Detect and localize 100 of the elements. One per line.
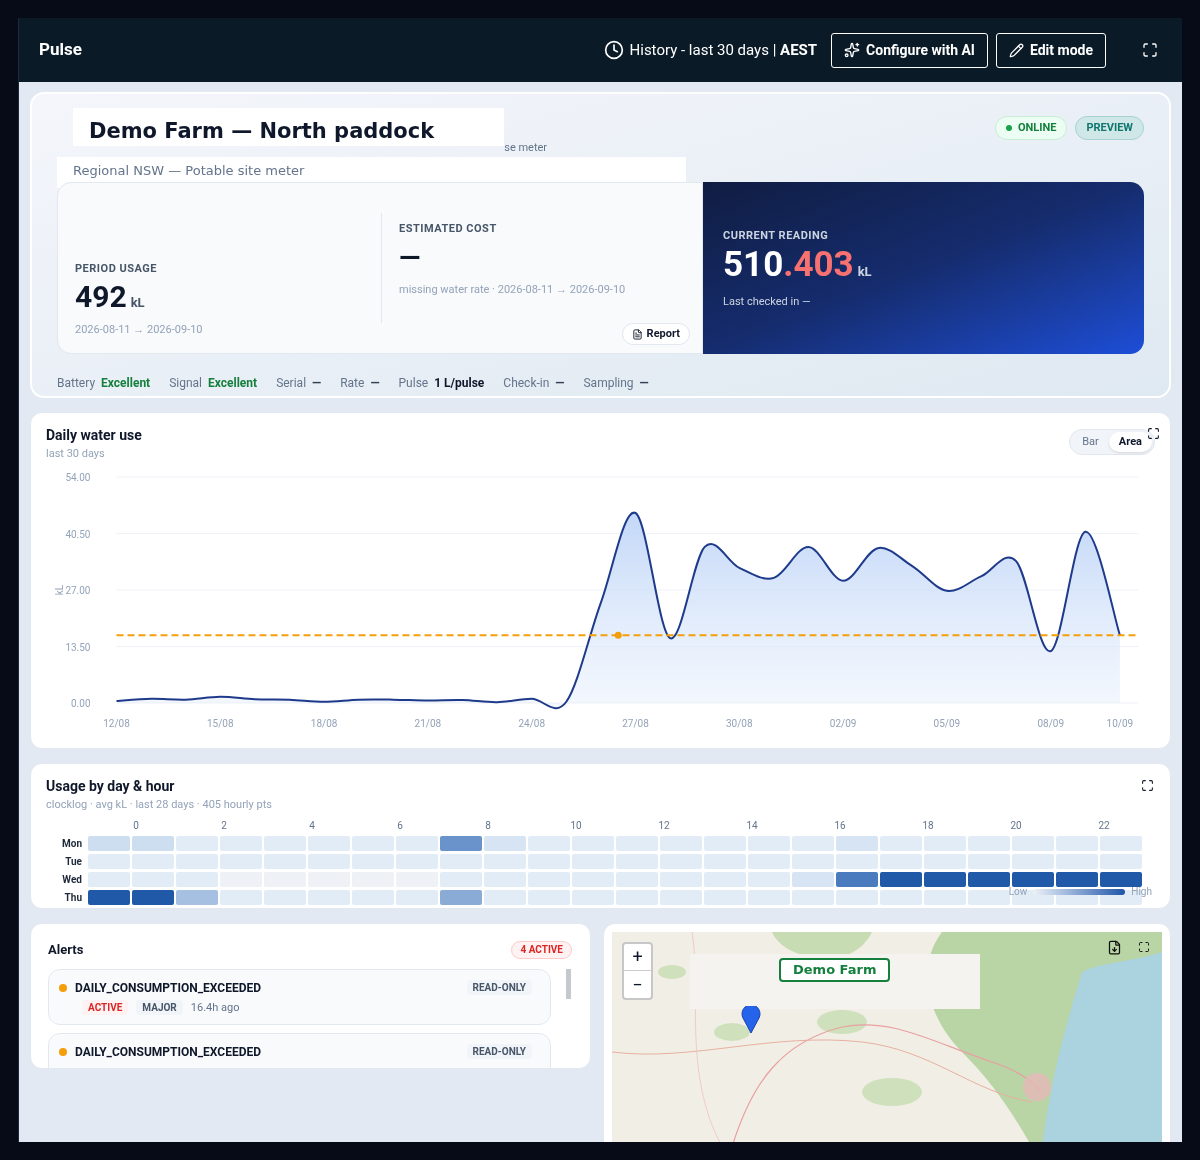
fullscreen-icon[interactable] (1141, 779, 1154, 792)
fact-label: Serial (276, 375, 307, 392)
fact-value: 1 L/pulse (434, 375, 485, 392)
x-tick-label: 30/08 (726, 717, 753, 729)
y-tick-label: 54.00 (65, 471, 91, 483)
heatmap-title: Usage by day & hour (46, 777, 175, 796)
hour-label: 4 (308, 818, 316, 833)
app-title: Pulse (39, 38, 82, 62)
x-tick-label: 27/08 (622, 717, 649, 729)
chart-subtitle: last 30 days (46, 446, 106, 462)
legend-label: High (1131, 885, 1152, 899)
chart-title: Daily water use (46, 426, 142, 445)
fact-label: Signal (169, 375, 203, 392)
map-popup-label: Demo Farm (779, 958, 891, 982)
sparkle-icon (844, 42, 861, 58)
day-label: Wed (61, 872, 83, 887)
reading-value: 510.403 (723, 246, 854, 282)
x-tick-label: 10/09 (1106, 717, 1134, 729)
day-label: Thu (63, 890, 83, 905)
cost-value: — (399, 243, 422, 272)
mode-tab[interactable]: Area (1108, 432, 1152, 452)
alert-item[interactable]: DAILY_CONSUMPTION_EXCEEDED READ-ONLY (48, 1032, 551, 1068)
alert-item[interactable]: DAILY_CONSUMPTION_EXCEEDED READ-ONLY ACTIVE MAJOR 16.4h ago (48, 968, 551, 1025)
y-tick-label: 13.50 (65, 641, 91, 652)
usage-unit: kL (130, 293, 145, 312)
day-label: Mon (61, 836, 83, 851)
cost-note: missing water rate · 2026-08-11 → 2026-09-10 (399, 281, 626, 298)
x-tick-label: 05/09 (933, 717, 961, 729)
document-icon (631, 328, 643, 340)
fact-label: Sampling (583, 375, 634, 392)
history-range: History - last 30 days | AEST (629, 39, 818, 61)
map-pin-icon (741, 1006, 761, 1034)
fullscreen-icon[interactable] (1147, 427, 1160, 440)
reading-label: CURRENT READING (723, 228, 830, 244)
hour-label: 18 (921, 818, 935, 833)
hour-label: 6 (396, 818, 404, 833)
y-tick-label: 27.00 (65, 584, 91, 596)
hour-label: 14 (745, 818, 759, 833)
fact-value: — (370, 375, 380, 392)
y-tick-label: 0.00 (71, 697, 91, 709)
scrollbar-thumb[interactable] (566, 968, 571, 999)
edit-mode-button[interactable]: Edit mode (995, 32, 1106, 68)
configure-ai-button[interactable]: Configure with AI (831, 32, 988, 68)
online-badge: ONLINE (995, 116, 1068, 140)
x-tick-label: 18/08 (310, 717, 338, 729)
legend-label: Low (1008, 885, 1028, 899)
severity-tag: MAJOR (136, 1000, 183, 1016)
cost-label: ESTIMATED COST (399, 221, 498, 237)
fact-label: Battery (57, 375, 96, 392)
site-title: Demo Farm — North paddock (89, 118, 435, 145)
usage-label: PERIOD USAGE (75, 261, 158, 277)
alert-name: DAILY_CONSUMPTION_EXCEEDED (75, 979, 262, 997)
hour-label: 10 (569, 818, 583, 833)
alerts-title: Alerts (48, 941, 84, 959)
fact-value: — (555, 375, 565, 392)
hour-label: 2 (220, 818, 228, 833)
x-tick-label: 15/08 (207, 717, 234, 729)
y-tick-label: 40.50 (65, 528, 91, 539)
subtitle-fragment: se meter (504, 140, 548, 156)
site-subtitle: Regional NSW — Potable site meter (73, 161, 306, 180)
fact-value: — (312, 375, 322, 392)
y-axis-label: kL (53, 584, 65, 595)
alert-age: 16.4h ago (190, 999, 240, 1016)
mode-tab[interactable]: Bar (1072, 432, 1109, 452)
day-label: Tue (64, 854, 83, 869)
fact-label: Pulse (398, 375, 429, 392)
x-tick-label: 02/09 (829, 717, 857, 729)
export-icon[interactable] (1107, 940, 1122, 955)
hour-label: 20 (1009, 818, 1023, 833)
heatmap-subtitle: clocklog · avg kL · last 28 days · 405 hourly pts (46, 797, 272, 813)
hour-label: 22 (1097, 818, 1111, 833)
zoom-in-button[interactable]: + (624, 944, 651, 971)
hour-label: 0 (132, 818, 140, 833)
usage-value: 492 (75, 281, 127, 312)
fullscreen-icon[interactable] (1138, 941, 1150, 953)
reading-note: Last checked in — (723, 293, 812, 310)
reading-unit: kL (857, 262, 872, 281)
status-tag: ACTIVE (82, 1000, 129, 1016)
hour-label: 8 (484, 818, 492, 833)
usage-range: 2026-08-11 → 2026-09-10 (75, 322, 204, 338)
x-tick-label: 24/08 (518, 717, 545, 729)
fact-value: Excellent (101, 375, 151, 392)
hour-label: 12 (657, 818, 671, 833)
fact-label: Check-in (503, 375, 550, 392)
pencil-icon (1008, 42, 1024, 58)
active-count: 4 ACTIVE (511, 940, 572, 959)
clock-icon (603, 40, 624, 60)
access-tag: READ-ONLY (466, 1044, 532, 1059)
preview-badge: PREVIEW (1075, 116, 1144, 140)
fact-label: Rate (340, 375, 365, 392)
fact-value: Excellent (208, 375, 258, 392)
x-tick-label: 08/09 (1037, 717, 1064, 729)
x-tick-label: 21/08 (414, 717, 442, 729)
zoom-out-button[interactable]: − (624, 971, 651, 998)
fullscreen-icon[interactable] (1142, 42, 1158, 58)
report-button[interactable]: Report (621, 323, 690, 345)
threshold-marker (614, 631, 622, 639)
x-tick-label: 12/08 (103, 717, 130, 729)
alert-name: DAILY_CONSUMPTION_EXCEEDED (75, 1043, 262, 1061)
hour-label: 16 (833, 818, 847, 833)
